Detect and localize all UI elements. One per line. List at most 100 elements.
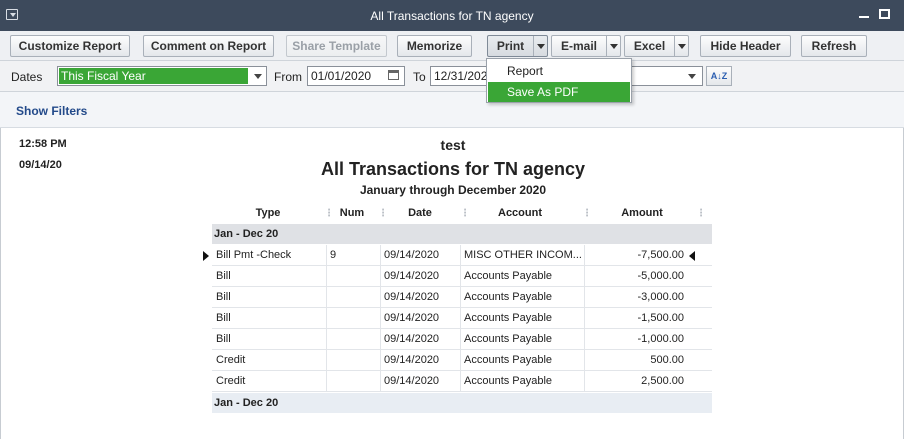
row-pointer-right-icon (689, 251, 695, 261)
dates-dropdown[interactable]: This Fiscal Year (57, 66, 267, 86)
cell-account: Accounts Payable (464, 333, 553, 345)
cell-amount: -1,500.00 (637, 312, 684, 324)
show-filters-link[interactable]: Show Filters (16, 104, 87, 118)
column-resize-handle[interactable]: ⋮ (696, 208, 706, 219)
column-header-amount[interactable]: Amount (592, 207, 692, 219)
column-resize-handle[interactable]: ⋮ (378, 208, 388, 219)
refresh-button[interactable]: Refresh (801, 35, 867, 57)
email-label: E-mail (560, 39, 597, 53)
row-pointer-left-icon (203, 251, 209, 261)
report-body: 12:58 PM 09/14/20 test All Transactions … (0, 128, 904, 439)
print-dropdown-menu: Report Save As PDF (486, 58, 632, 103)
cell-date: 09/14/2020 (384, 354, 440, 366)
dates-selected-value: This Fiscal Year (59, 68, 248, 84)
cell-date: 09/14/2020 (384, 291, 440, 303)
cell-date: 09/14/2020 (384, 249, 440, 261)
cell-num (330, 350, 378, 370)
to-label: To (413, 70, 426, 84)
column-header-type[interactable]: Type (236, 207, 300, 219)
company-name: test (440, 137, 466, 153)
cell-account: Accounts Payable (464, 270, 553, 282)
share-template-button[interactable]: Share Template (286, 35, 387, 57)
menu-item-report[interactable]: Report (488, 61, 630, 81)
cell-type: Bill (216, 312, 231, 324)
cell-type: Bill (216, 291, 231, 303)
cell-type: Credit (216, 354, 246, 366)
excel-dropdown-arrow-icon[interactable] (674, 36, 688, 56)
comment-on-report-button[interactable]: Comment on Report (143, 35, 274, 57)
print-dropdown-arrow-icon[interactable] (533, 36, 547, 56)
column-resize-handle[interactable]: ⋮ (460, 208, 470, 219)
cell-num (330, 371, 378, 391)
cell-amount: -3,000.00 (637, 291, 684, 303)
table-row[interactable]: Bill Pmt -Check 9 09/14/2020 MISC OTHER … (203, 245, 712, 266)
filter-bar: Show Filters (0, 92, 904, 128)
cell-num (330, 287, 378, 307)
cell-type: Credit (216, 375, 246, 387)
calendar-icon[interactable] (388, 70, 399, 80)
cell-type: Bill (216, 270, 231, 282)
chevron-down-icon[interactable] (254, 74, 262, 79)
window-title-bar: All Transactions for TN agency (0, 0, 904, 31)
column-resize-handle[interactable]: ⋮ (582, 208, 592, 219)
cell-amount: 2,500.00 (641, 375, 684, 387)
cell-account: Accounts Payable (464, 375, 553, 387)
sort-az-icon[interactable]: A↓Z (706, 66, 732, 86)
sort-by-dropdown[interactable] (631, 66, 703, 86)
cell-account: Accounts Payable (464, 312, 553, 324)
menu-item-save-as-pdf[interactable]: Save As PDF (488, 82, 630, 102)
cell-amount: 500.00 (650, 354, 684, 366)
window-title: All Transactions for TN agency (370, 9, 534, 23)
cell-type: Bill (216, 333, 231, 345)
customize-report-button[interactable]: Customize Report (10, 35, 130, 57)
print-label: Print (496, 39, 525, 53)
report-toolbar: Customize Report Comment on Report Share… (0, 31, 904, 61)
to-date-field[interactable]: 12/31/202 (430, 66, 492, 86)
cell-account: MISC OTHER INCOM... (464, 249, 582, 261)
date-filter-bar: Dates This Fiscal Year From 01/01/2020 T… (0, 61, 904, 92)
cell-date: 09/14/2020 (384, 375, 440, 387)
group-header: Jan - Dec 20 (212, 224, 712, 244)
cell-num (330, 329, 378, 349)
column-header-account[interactable]: Account (470, 207, 570, 219)
to-date-value: 12/31/202 (434, 69, 488, 83)
column-header-num[interactable]: Num (334, 207, 370, 219)
memorize-button[interactable]: Memorize (397, 35, 472, 57)
maximize-icon[interactable] (879, 9, 890, 19)
from-date-value: 01/01/2020 (311, 69, 372, 83)
cell-num: 9 (330, 249, 337, 261)
email-dropdown-arrow-icon[interactable] (606, 36, 620, 56)
excel-button[interactable]: Excel (624, 35, 689, 57)
column-header-date[interactable]: Date (390, 207, 450, 219)
report-title: All Transactions for TN agency (320, 159, 586, 179)
table-row[interactable]: Bill 09/14/2020 Accounts Payable -3,000.… (212, 287, 712, 308)
report-period: January through December 2020 (359, 183, 547, 197)
dates-label: Dates (11, 70, 43, 84)
hide-header-button[interactable]: Hide Header (700, 35, 791, 57)
group-total-row: Jan - Dec 20 (212, 393, 712, 413)
cell-date: 09/14/2020 (384, 312, 440, 324)
minimize-icon[interactable] (859, 16, 869, 18)
print-button[interactable]: Print (487, 35, 548, 57)
cell-type: Bill Pmt -Check (216, 249, 292, 261)
cell-date: 09/14/2020 (384, 270, 440, 282)
chevron-down-icon[interactable] (688, 74, 696, 79)
table-header: Type ⋮ Num ⋮ Date ⋮ Account ⋮ Amount ⋮ (212, 204, 712, 224)
cell-date: 09/14/2020 (384, 333, 440, 345)
table-row[interactable]: Credit 09/14/2020 Accounts Payable 500.0… (212, 350, 712, 371)
cell-account: Accounts Payable (464, 291, 553, 303)
cell-amount: -5,000.00 (637, 270, 684, 282)
table-row[interactable]: Bill 09/14/2020 Accounts Payable -1,500.… (212, 308, 712, 329)
excel-label: Excel (633, 39, 666, 53)
cell-num (330, 308, 378, 328)
cell-account: Accounts Payable (464, 354, 553, 366)
cell-amount: -1,000.00 (637, 333, 684, 345)
from-label: From (274, 70, 302, 84)
cell-amount: -7,500.00 (637, 249, 684, 261)
table-row[interactable]: Bill 09/14/2020 Accounts Payable -1,000.… (212, 329, 712, 350)
column-resize-handle[interactable]: ⋮ (324, 208, 334, 219)
table-row[interactable]: Bill 09/14/2020 Accounts Payable -5,000.… (212, 266, 712, 287)
cell-num (330, 266, 378, 286)
table-row[interactable]: Credit 09/14/2020 Accounts Payable 2,500… (212, 371, 712, 392)
email-button[interactable]: E-mail (551, 35, 621, 57)
